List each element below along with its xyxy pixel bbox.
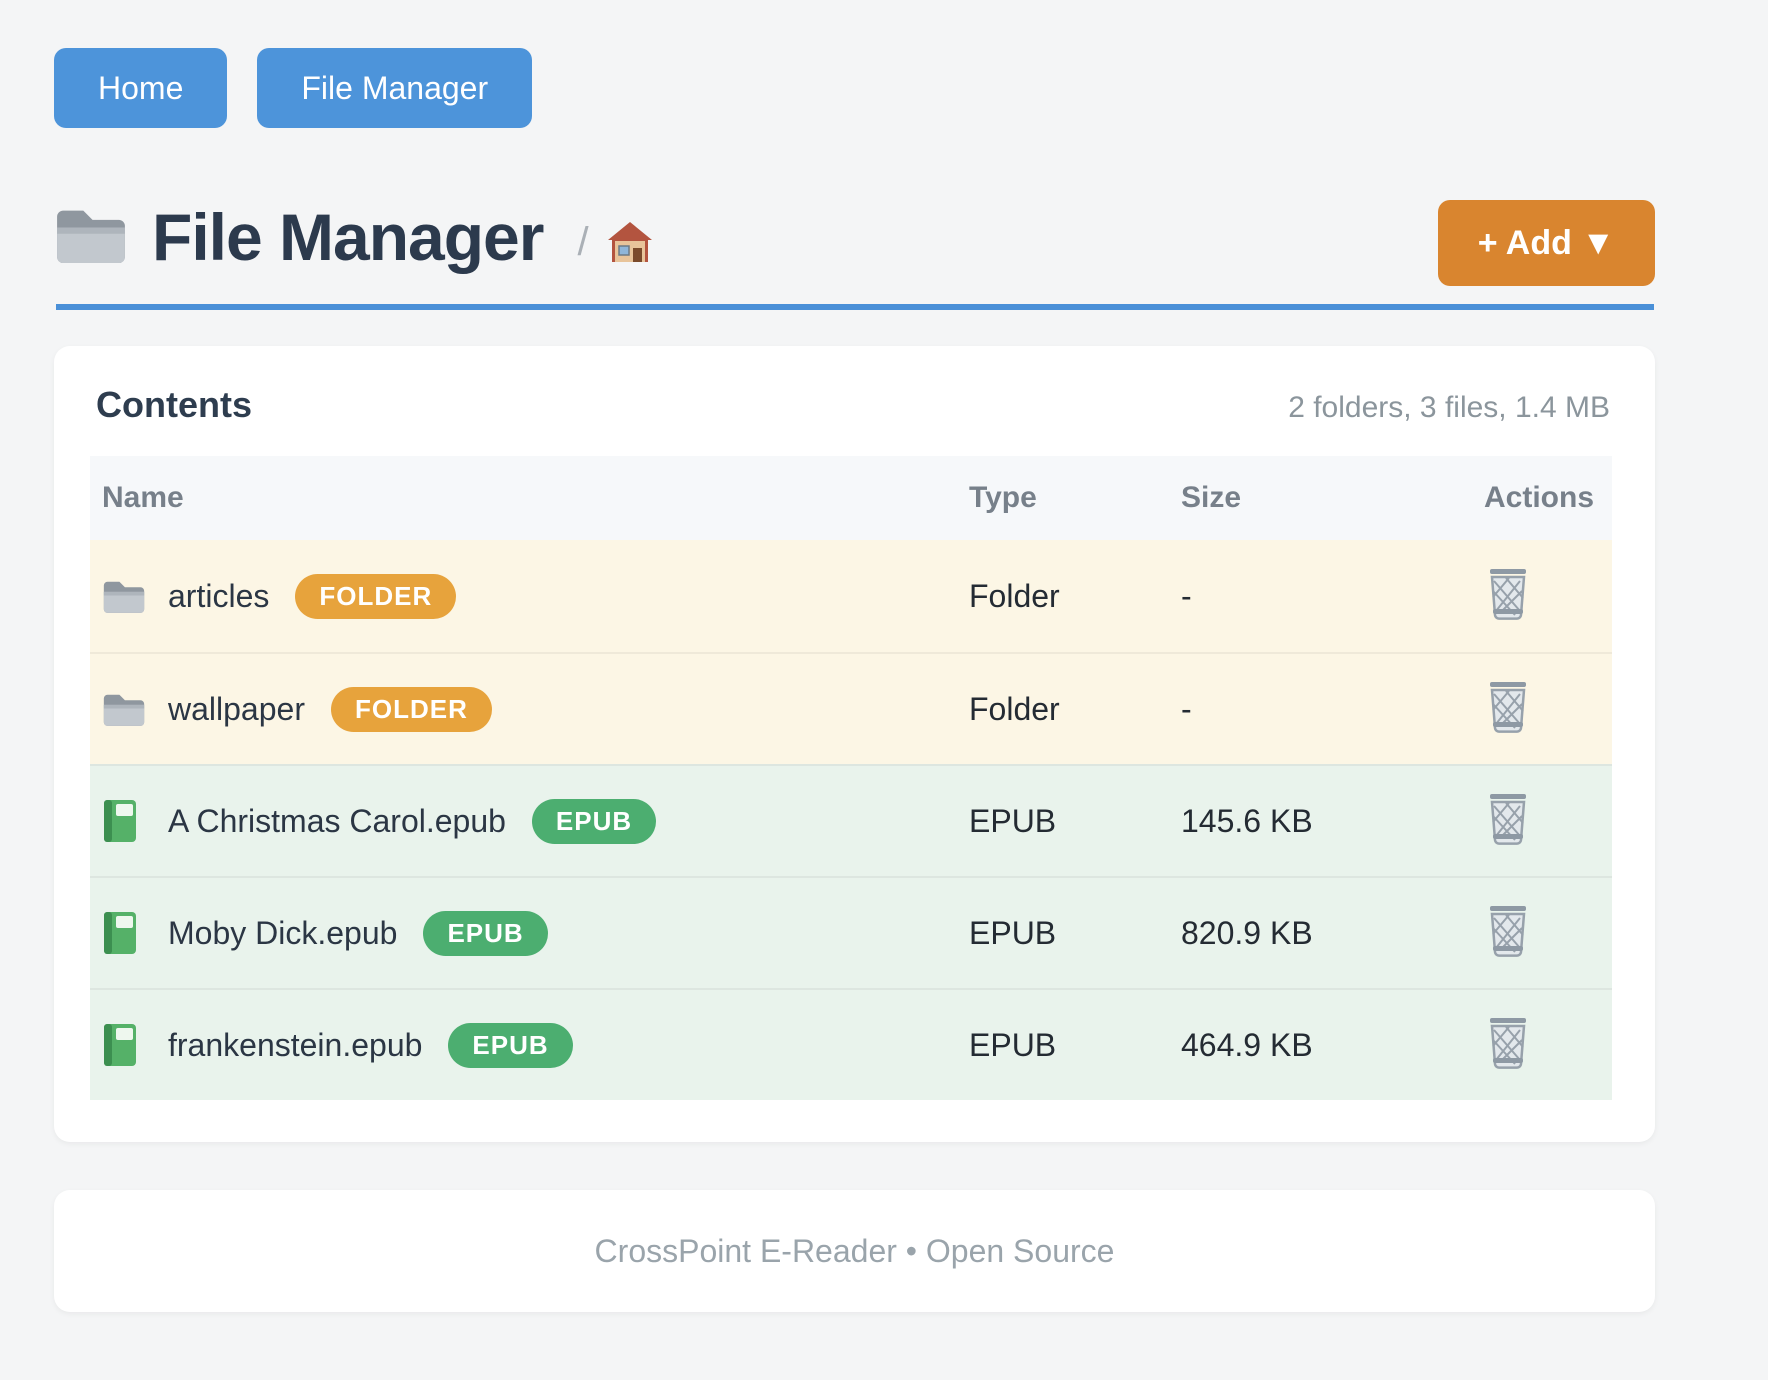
table-row: A Christmas Carol.epub EPUB EPUB 145.6 K…: [90, 764, 1612, 876]
item-name-link[interactable]: articles: [168, 578, 269, 615]
folder-icon: [102, 689, 146, 729]
table-row: wallpaper FOLDER Folder -: [90, 652, 1612, 764]
trash-icon: [1484, 792, 1532, 846]
trash-icon: [1484, 1016, 1532, 1070]
item-type: Folder: [969, 578, 1181, 615]
footer-text: CrossPoint E-Reader • Open Source: [595, 1233, 1115, 1270]
title-divider: [56, 304, 1654, 310]
item-name-link[interactable]: Moby Dick.epub: [168, 915, 397, 952]
book-icon: [102, 801, 146, 841]
folder-icon: [54, 206, 128, 268]
page: Home File Manager File Manager / + Add ▼…: [54, 0, 1655, 1312]
page-title: File Manager: [152, 204, 543, 270]
type-badge: EPUB: [423, 911, 547, 956]
type-badge: EPUB: [448, 1023, 572, 1068]
item-name-link[interactable]: A Christmas Carol.epub: [168, 803, 506, 840]
contents-card: Contents 2 folders, 3 files, 1.4 MB Name…: [54, 346, 1655, 1142]
delete-button[interactable]: [1484, 680, 1536, 736]
breadcrumb-home-icon[interactable]: [607, 221, 653, 268]
item-size: -: [1181, 691, 1470, 728]
type-badge: EPUB: [532, 799, 656, 844]
item-name-link[interactable]: wallpaper: [168, 691, 305, 728]
table-row: Moby Dick.epub EPUB EPUB 820.9 KB: [90, 876, 1612, 988]
contents-summary: 2 folders, 3 files, 1.4 MB: [1288, 391, 1610, 425]
item-type: Folder: [969, 691, 1181, 728]
page-header: File Manager / + Add ▼: [54, 204, 1655, 270]
table-row: frankenstein.epub EPUB EPUB 464.9 KB: [90, 988, 1612, 1100]
file-manager-button[interactable]: File Manager: [257, 48, 532, 128]
contents-card-header: Contents 2 folders, 3 files, 1.4 MB: [90, 384, 1612, 426]
item-size: 145.6 KB: [1181, 803, 1470, 840]
home-button[interactable]: Home: [54, 48, 227, 128]
footer-card: CrossPoint E-Reader • Open Source: [54, 1190, 1655, 1312]
delete-button[interactable]: [1484, 567, 1536, 623]
item-type: EPUB: [969, 915, 1181, 952]
delete-button[interactable]: [1484, 792, 1536, 848]
type-badge: FOLDER: [331, 687, 492, 732]
file-table: Name Type Size Actions articles FOLDER F…: [90, 456, 1612, 1100]
item-type: EPUB: [969, 1027, 1181, 1064]
column-header-size: Size: [1181, 481, 1470, 515]
item-size: -: [1181, 578, 1470, 615]
table-header-row: Name Type Size Actions: [90, 456, 1612, 540]
delete-button[interactable]: [1484, 904, 1536, 960]
item-size: 464.9 KB: [1181, 1027, 1470, 1064]
folder-icon: [102, 576, 146, 616]
trash-icon: [1484, 904, 1532, 958]
delete-button[interactable]: [1484, 1016, 1536, 1072]
column-header-type: Type: [969, 481, 1181, 515]
book-icon: [102, 1025, 146, 1065]
table-body: articles FOLDER Folder - wallpaper FOLDE…: [90, 540, 1612, 1100]
type-badge: FOLDER: [295, 574, 456, 619]
item-name-link[interactable]: frankenstein.epub: [168, 1027, 422, 1064]
trash-icon: [1484, 567, 1532, 621]
book-icon: [102, 913, 146, 953]
top-nav: Home File Manager: [54, 48, 1655, 128]
add-button[interactable]: + Add ▼: [1438, 200, 1655, 286]
table-row: articles FOLDER Folder -: [90, 540, 1612, 652]
breadcrumb-separator: /: [577, 220, 588, 265]
item-type: EPUB: [969, 803, 1181, 840]
item-size: 820.9 KB: [1181, 915, 1470, 952]
column-header-actions: Actions: [1470, 481, 1612, 515]
trash-icon: [1484, 680, 1532, 734]
column-header-name: Name: [90, 481, 969, 515]
contents-title: Contents: [96, 384, 252, 426]
